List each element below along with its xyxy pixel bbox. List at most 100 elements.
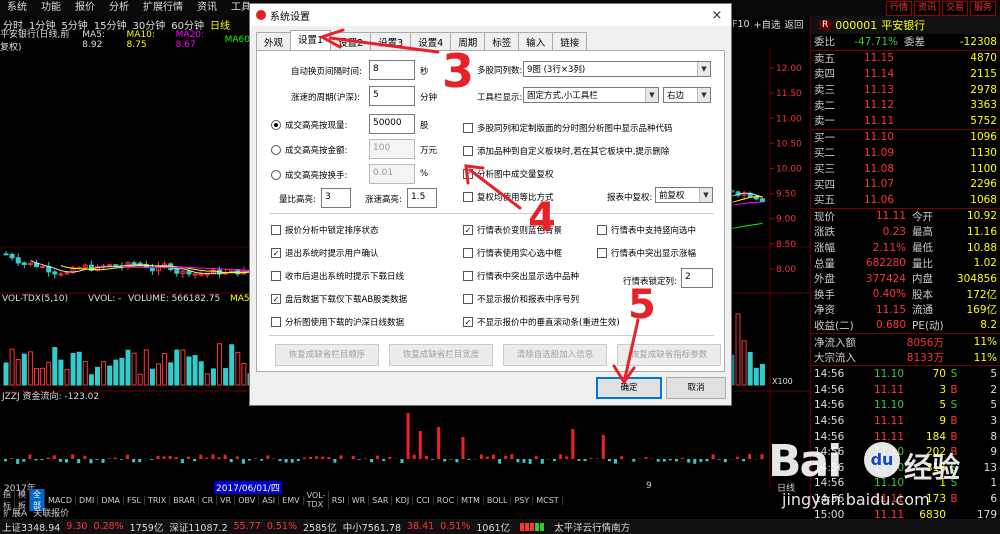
highlight-turnover-input[interactable]: 0.01 — [369, 164, 415, 184]
indicator-tab[interactable]: TRIX — [145, 495, 171, 505]
tab-ext-a[interactable]: 扩展A — [3, 506, 27, 519]
option-checkbox[interactable]: 行情表中突出显示选中品种 — [463, 270, 579, 282]
bid-row[interactable]: 买一 11.10 1096 — [811, 130, 1000, 146]
option-checkbox[interactable]: 收市后退出系统时提示下载日线 — [271, 270, 404, 282]
bid-row[interactable]: 买五 11.06 1068 — [811, 192, 1000, 208]
tab-input[interactable]: 输入 — [518, 32, 554, 50]
news-button[interactable]: 资讯 — [913, 0, 940, 16]
tab-period[interactable]: 周期 — [450, 32, 486, 50]
option-checkbox[interactable]: 行情表中突出显示涨幅 — [597, 247, 696, 259]
radio-highlight-amount[interactable]: 成交高亮按金额: — [271, 144, 347, 156]
indicator-tab[interactable]: EMV — [279, 495, 304, 505]
indicator-tab[interactable]: SAR — [369, 495, 393, 505]
cb-add-prompt[interactable]: 添加品种到自定义板块时,若在其它板块中,提示删除 — [463, 145, 669, 157]
highlight-amount-input[interactable]: 100 — [369, 139, 415, 159]
indicator-tab[interactable]: RSI — [329, 495, 349, 505]
tab-settings1[interactable]: 设置1 — [290, 30, 332, 50]
option-checkbox[interactable]: ✓ 行情表价变则蓝色背景 — [463, 224, 562, 236]
option-checkbox[interactable]: 分析图使用下载的沪深日线数据 — [271, 316, 404, 328]
ask-row[interactable]: 卖一 11.11 5752 — [811, 113, 1000, 129]
indicator-tab[interactable]: ASI — [259, 495, 280, 505]
restore-col-order-button[interactable]: 恢复成缺省栏目顺序 — [275, 344, 379, 366]
trade-button[interactable]: 交易 — [941, 0, 968, 16]
cb-vol-fq[interactable]: ✓ 分析图中成交量复权 — [463, 168, 554, 180]
option-checkbox[interactable]: 报价分析中锁定排序状态 — [271, 224, 379, 236]
ask-row[interactable]: 卖二 11.12 3363 — [811, 97, 1000, 113]
tab-settings4[interactable]: 设置4 — [410, 32, 452, 50]
ask-row[interactable]: 卖三 11.13 2978 — [811, 82, 1000, 98]
toolbar-select[interactable]: 固定方式,小工具栏 ▼ — [523, 87, 659, 103]
tab-appearance[interactable]: 外观 — [256, 32, 292, 50]
service-button[interactable]: 服务 — [969, 0, 996, 16]
indicator-tab[interactable]: VR — [217, 495, 236, 505]
f10-button[interactable]: F10 — [732, 19, 750, 30]
cb-multi-code[interactable]: 多股同列和定制版面的分时图分析图中显示品种代码 — [463, 122, 673, 134]
indicator-tab[interactable]: BRAR — [170, 495, 200, 505]
indicator-tab[interactable]: PSY — [511, 495, 534, 505]
news-ticker[interactable]: 太平洋云行情南方 — [554, 520, 630, 534]
menu-function[interactable]: 功能 — [34, 0, 68, 16]
tab-label[interactable]: 标签 — [484, 32, 520, 50]
ask-row[interactable]: 卖五 11.15 4870 — [811, 51, 1000, 67]
add-watchlist-button[interactable]: +自选 — [754, 17, 781, 31]
multi-col-select[interactable]: 9图 (3行×3列) ▼ — [523, 61, 711, 77]
indicator-tab[interactable]: CR — [199, 495, 218, 505]
tab-related-quote[interactable]: 关联报价 — [33, 506, 69, 519]
restore-indicator-params-button[interactable]: 恢复成缺省指标参数 — [617, 344, 721, 366]
x100-label: X100 — [772, 377, 793, 386]
auto-page-input[interactable]: 8 — [369, 60, 415, 80]
highlight-volume-input[interactable]: 50000 — [369, 114, 415, 134]
indicator-tab[interactable]: MACD — [45, 495, 76, 505]
option-checkbox[interactable]: 不显示报价和报表中序号列 — [463, 293, 579, 305]
bid-row[interactable]: 买二 11.09 1130 — [811, 145, 1000, 161]
clear-watchlist-info-button[interactable]: 清除自选股加入信息 — [503, 344, 607, 366]
sh-index[interactable]: 上证3348.94 — [2, 520, 60, 534]
back-button[interactable]: 返回 — [785, 17, 804, 31]
menu-system[interactable]: 系统 — [0, 0, 34, 16]
indicator-tab[interactable]: MTM — [458, 495, 484, 505]
tab-link[interactable]: 链接 — [552, 32, 588, 50]
indicator-tab[interactable]: DMI — [76, 495, 99, 505]
menu-news[interactable]: 资讯 — [190, 0, 224, 16]
indicator-tab[interactable]: BOLL — [484, 495, 512, 505]
ok-button[interactable]: 确定 — [596, 377, 662, 399]
option-checkbox[interactable]: ✓ 不显示报价中的垂直滚动条(重进生效) — [463, 316, 620, 328]
restore-col-width-button[interactable]: 恢复成缺省栏目宽度 — [389, 344, 493, 366]
close-icon[interactable]: × — [703, 8, 731, 23]
tab-settings3[interactable]: 设置3 — [370, 32, 412, 50]
option-checkbox[interactable]: 行情表中支持竖向选中 — [597, 224, 696, 236]
cancel-button[interactable]: 取消 — [666, 377, 726, 399]
bid-row[interactable]: 买三 11.08 1100 — [811, 161, 1000, 177]
bid-row[interactable]: 买四 11.07 2296 — [811, 176, 1000, 192]
speed-input[interactable]: 1.5 — [407, 188, 437, 208]
menu-ext-market[interactable]: 扩展行情 — [136, 0, 190, 16]
flow-bar — [382, 459, 386, 462]
indicator-tab[interactable]: KDJ — [392, 495, 414, 505]
indicator-tab[interactable]: ROC — [434, 495, 459, 505]
radio-highlight-turnover[interactable]: 成交高亮按换手: — [271, 169, 347, 181]
vol-ratio-input[interactable]: 3 — [321, 188, 351, 208]
zx-index[interactable]: 中小7561.78 — [343, 520, 401, 534]
dialog-titlebar[interactable]: 系统设置 × — [250, 4, 731, 26]
toolbar-pos-select[interactable]: 右边 ▼ — [663, 87, 711, 103]
indicator-tab[interactable]: MCST — [533, 495, 563, 505]
period-input[interactable]: 5 — [369, 86, 415, 106]
menu-analysis[interactable]: 分析 — [102, 0, 136, 16]
option-checkbox[interactable]: ✓ 盘后数据下载仅下载AB股类数据 — [271, 293, 407, 305]
menu-quote[interactable]: 报价 — [68, 0, 102, 16]
ask-row[interactable]: 卖四 11.14 2115 — [811, 66, 1000, 82]
report-fq-select[interactable]: 前复权 ▼ — [655, 187, 713, 203]
indicator-tab[interactable]: OBV — [235, 495, 260, 505]
radio-highlight-volume[interactable]: 成交高亮按现量: — [271, 119, 347, 131]
option-checkbox[interactable]: ✓ 退出系统时提示用户确认 — [271, 247, 379, 259]
tab-settings2[interactable]: 设置2 — [330, 32, 372, 50]
option-checkbox[interactable]: 行情表使用实心选中框 — [463, 247, 562, 259]
indicator-tab[interactable]: CCI — [413, 495, 434, 505]
sz-index[interactable]: 深证11087.2 — [169, 520, 227, 534]
indicator-tab[interactable]: DMA — [98, 495, 124, 505]
cb-fq-ratio[interactable]: 复权均使用等比方式 — [463, 191, 554, 203]
indicator-tab[interactable]: WR — [349, 495, 370, 505]
indicator-tab[interactable]: FSL — [124, 495, 145, 505]
lock-col-input[interactable]: 2 — [681, 268, 713, 288]
market-button[interactable]: 行情 — [885, 0, 912, 16]
